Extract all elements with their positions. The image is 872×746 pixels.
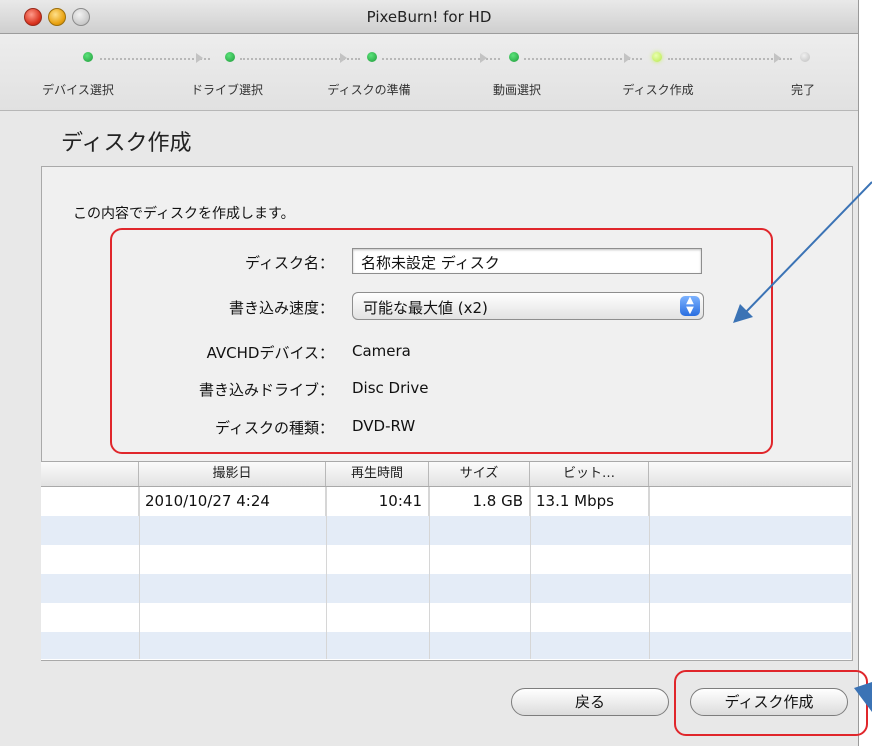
intro-text: この内容でディスクを作成します。: [73, 206, 295, 222]
step-label: ディスクの準備: [327, 83, 411, 97]
annotation-highlight-box: [110, 228, 773, 454]
column-divider: [530, 487, 531, 659]
table-cell-bitrate: 13.1 Mbps: [530, 487, 649, 516]
annotation-highlight-box: [674, 670, 868, 736]
column-header[interactable]: [41, 462, 139, 486]
step-indicator-done: [225, 52, 235, 62]
table-row-empty: [41, 516, 851, 545]
table-cell: [649, 487, 851, 516]
step-indicator-done: [367, 52, 377, 62]
table-row-empty: [41, 574, 851, 603]
step-progress-bar: デバイス選択 ドライブ選択 ディスクの準備 動画選択 ディスク作成 完了: [0, 34, 858, 111]
table-cell-size: 1.8 GB: [429, 487, 530, 516]
table-row[interactable]: 2010/10/27 4:24 10:41 1.8 GB 13.1 Mbps: [41, 487, 851, 516]
table-row-empty: [41, 632, 851, 659]
step-indicator-done: [83, 52, 93, 62]
table-cell: [41, 487, 139, 516]
column-divider: [139, 487, 140, 659]
step-arrow-icon: [774, 53, 781, 63]
step-indicator-current: [652, 52, 662, 62]
step-label: ドライブ選択: [190, 83, 264, 97]
column-header-bitrate[interactable]: ビット…: [530, 462, 649, 486]
step-connector: [100, 58, 210, 60]
column-divider: [326, 487, 327, 659]
column-header-date[interactable]: 撮影日: [139, 462, 326, 486]
title-bar[interactable]: PixeBurn! for HD: [0, 0, 858, 34]
column-header-duration[interactable]: 再生時間: [326, 462, 429, 486]
step-label: ディスク作成: [622, 83, 694, 97]
table-cell-duration: 10:41: [326, 487, 429, 516]
page-title: ディスク作成: [61, 131, 192, 156]
step-label: 完了: [790, 83, 816, 97]
step-indicator-pending: [800, 52, 810, 62]
back-button[interactable]: 戻る: [511, 688, 669, 716]
column-divider: [649, 487, 650, 659]
table-row-empty: [41, 545, 851, 574]
step-indicator-done: [509, 52, 519, 62]
column-divider: [429, 487, 430, 659]
step-arrow-icon: [480, 53, 487, 63]
step-arrow-icon: [340, 53, 347, 63]
table-header: 撮影日 再生時間 サイズ ビット…: [41, 462, 851, 487]
table-row-empty: [41, 603, 851, 632]
step-label: 動画選択: [492, 83, 542, 97]
step-arrow-icon: [196, 53, 203, 63]
window-title: PixeBurn! for HD: [366, 8, 492, 26]
table-cell-date: 2010/10/27 4:24: [139, 487, 326, 516]
column-header-size[interactable]: サイズ: [429, 462, 530, 486]
column-header[interactable]: [649, 462, 851, 486]
step-label: デバイス選択: [42, 83, 114, 97]
step-arrow-icon: [624, 53, 631, 63]
clip-table: 撮影日 再生時間 サイズ ビット… 2010/10/27 4:24 10:41 …: [41, 461, 851, 660]
